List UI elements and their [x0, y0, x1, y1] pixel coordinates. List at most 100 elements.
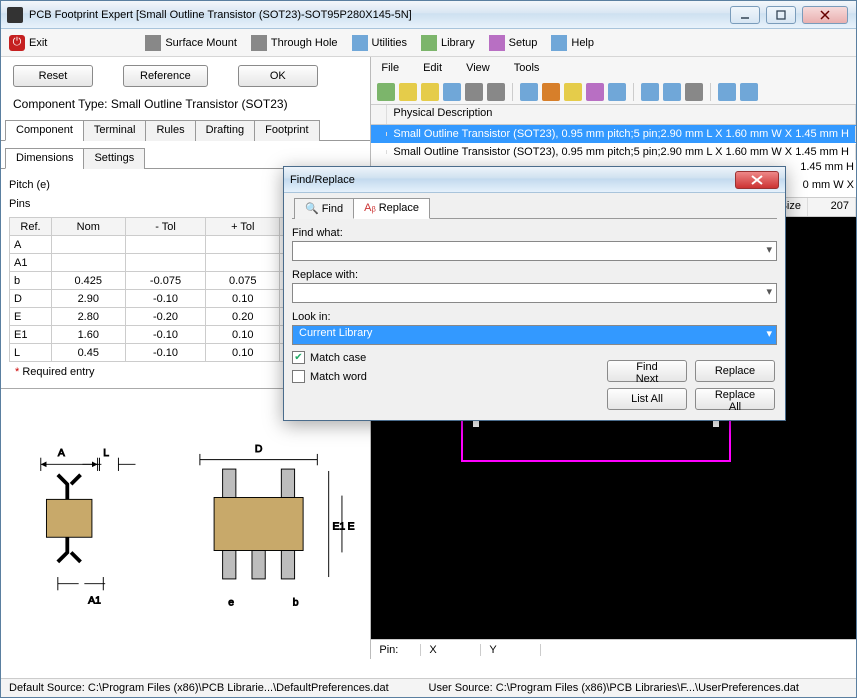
tab-replace[interactable]: Aᵦ Replace [353, 198, 430, 219]
delete-icon[interactable] [685, 83, 703, 101]
tab-find[interactable]: 🔍 Find [294, 198, 354, 219]
utilities-menu[interactable]: Utilities [352, 35, 407, 51]
open-icon[interactable] [399, 83, 417, 101]
checkbox-icon [292, 370, 305, 383]
tab-settings[interactable]: Settings [83, 148, 145, 169]
svg-text:D: D [255, 444, 263, 455]
redo-icon[interactable] [740, 83, 758, 101]
menu-tools[interactable]: Tools [514, 62, 540, 74]
tab-component[interactable]: Component [5, 120, 84, 141]
app-icon [7, 7, 23, 23]
svg-text:b: b [293, 597, 299, 608]
component-tabstrip: Component Terminal Rules Drafting Footpr… [1, 119, 370, 141]
help-menu[interactable]: Help [551, 35, 594, 51]
library-menu[interactable]: Library [421, 35, 475, 51]
export-icon[interactable] [663, 83, 681, 101]
replace-icon: Aᵦ [364, 202, 376, 214]
dialog-close-button[interactable] [735, 171, 779, 189]
grid-icon[interactable] [608, 83, 626, 101]
setup-label: Setup [509, 37, 538, 49]
import-icon[interactable] [641, 83, 659, 101]
close-button[interactable] [802, 6, 848, 24]
menu-edit[interactable]: Edit [423, 62, 442, 74]
statusbars: Default Source: C:\Program Files (x86)\P… [1, 678, 856, 697]
look-in-select[interactable]: Current Library [292, 325, 777, 345]
undo-icon[interactable] [718, 83, 736, 101]
surface-mount-menu[interactable]: Surface Mount [145, 35, 237, 51]
library-toolbar [371, 79, 856, 105]
save-icon[interactable] [443, 83, 461, 101]
svg-text:A: A [58, 448, 65, 459]
replace-with-input[interactable] [292, 283, 777, 303]
star-icon[interactable] [564, 83, 582, 101]
library-label: Library [441, 37, 475, 49]
reference-button[interactable]: Reference [123, 65, 208, 87]
menu-view[interactable]: View [466, 62, 490, 74]
through-hole-label: Through Hole [271, 37, 338, 49]
status-x: X [421, 644, 481, 656]
copy-icon[interactable] [487, 83, 505, 101]
svg-text:E: E [348, 522, 355, 533]
find-replace-dialog: Find/Replace 🔍 Find Aᵦ Replace Find what… [283, 166, 786, 421]
power-icon: ⏻ [9, 35, 25, 51]
replace-icon[interactable] [542, 83, 560, 101]
menu-file[interactable]: File [381, 62, 399, 74]
list-all-button[interactable]: List All [607, 388, 687, 410]
tab-rules[interactable]: Rules [145, 120, 195, 141]
open2-icon[interactable] [421, 83, 439, 101]
dialog-tabs: 🔍 Find Aᵦ Replace [292, 197, 777, 219]
replace-button[interactable]: Replace [695, 360, 775, 382]
exit-button[interactable]: ⏻ Exit [9, 35, 47, 51]
status-y: Y [481, 644, 541, 656]
ok-button[interactable]: OK [238, 65, 318, 87]
tool-icon[interactable] [586, 83, 604, 101]
tab-drafting[interactable]: Drafting [195, 120, 256, 141]
library-row[interactable]: Small Outline Transistor (SOT23), 0.95 m… [371, 125, 856, 143]
component-subtabs: Dimensions Settings [1, 141, 370, 169]
through-hole-menu[interactable]: Through Hole [251, 35, 338, 51]
new-icon[interactable] [377, 83, 395, 101]
main-toolbar: ⏻ Exit Surface Mount Through Hole Utilit… [1, 29, 856, 57]
help-label: Help [571, 37, 594, 49]
library-row[interactable]: Small Outline Transistor (SOT23), 0.95 m… [371, 143, 856, 161]
find-what-input[interactable] [292, 241, 777, 261]
svg-text:E1: E1 [332, 522, 345, 533]
col-ptol: + Tol [206, 218, 280, 236]
checkbox-checked-icon: ✔ [292, 351, 305, 364]
reset-button[interactable]: Reset [13, 65, 93, 87]
row-fragment: 1.45 mm H [800, 161, 854, 173]
col-ntol: - Tol [125, 218, 206, 236]
maximize-button[interactable] [766, 6, 796, 24]
col-ref: Ref. [10, 218, 52, 236]
size-value: 207 [808, 198, 856, 216]
component-type-label: Component Type: Small Outline Transistor… [1, 95, 370, 119]
titlebar: PCB Footprint Expert [Small Outline Tran… [1, 1, 856, 29]
calculator-icon [352, 35, 368, 51]
search-icon: 🔍 [305, 202, 319, 215]
find-icon[interactable] [520, 83, 538, 101]
gear-icon [489, 35, 505, 51]
dialog-title: Find/Replace [290, 174, 355, 186]
svg-text:e: e [228, 597, 234, 608]
surface-mount-label: Surface Mount [165, 37, 237, 49]
library-menubar: File Edit View Tools [371, 57, 856, 79]
viewport-status: Pin: X Y [371, 639, 856, 659]
col-physical-description[interactable]: Physical Description [387, 105, 856, 124]
svg-text:L: L [103, 448, 109, 459]
pitch-label: Pitch (e) [9, 179, 69, 191]
tab-footprint[interactable]: Footprint [254, 120, 319, 141]
tab-dimensions[interactable]: Dimensions [5, 148, 84, 169]
setup-menu[interactable]: Setup [489, 35, 538, 51]
find-next-button[interactable]: Find Next [607, 360, 687, 382]
tab-terminal[interactable]: Terminal [83, 120, 147, 141]
pins-label: Pins [9, 198, 69, 210]
dialog-titlebar[interactable]: Find/Replace [284, 167, 785, 193]
default-source: Default Source: C:\Program Files (x86)\P… [9, 682, 429, 694]
col-nom: Nom [52, 218, 126, 236]
status-pin: Pin: [371, 644, 421, 656]
doc-icon[interactable] [465, 83, 483, 101]
minimize-button[interactable] [730, 6, 760, 24]
help-icon [551, 35, 567, 51]
replace-all-button[interactable]: Replace All [695, 388, 775, 410]
replace-with-label: Replace with: [292, 269, 777, 281]
